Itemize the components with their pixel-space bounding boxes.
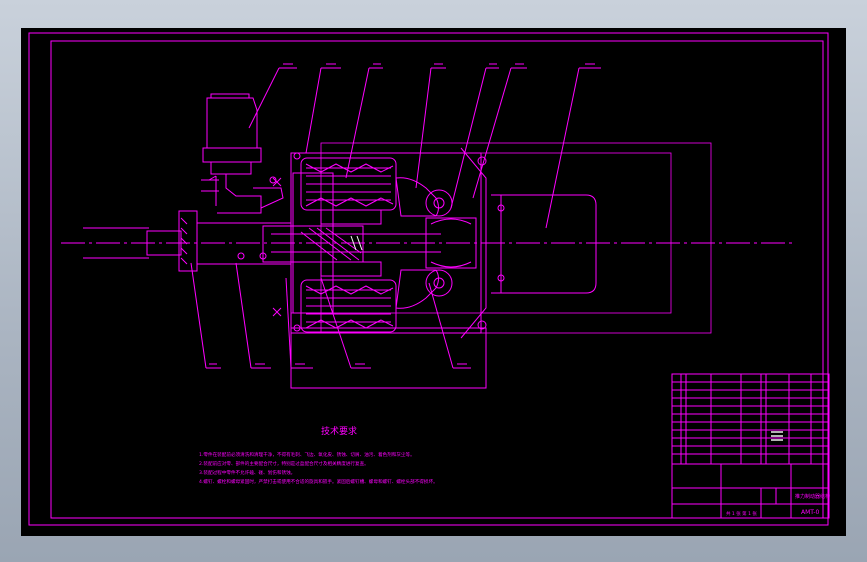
tech-requirement-1: 1.零件在装配前必须清洗和清理干净，不得有毛刺、飞边、氧化皮、锈蚀、切屑、油污、… xyxy=(199,451,415,458)
drawing-title: 推力制动器结构 xyxy=(795,493,830,500)
valve-assembly xyxy=(201,93,284,214)
cad-viewport[interactable]: 技术要求 1.零件在装配前必须清洗和清理干净，不得有毛刺、飞边、氧化皮、锈蚀、切… xyxy=(21,28,846,536)
sheet-info: 共 1 张 第 1 张 xyxy=(726,510,757,517)
tech-requirement-4: 4.螺钉、螺栓和螺母紧固时，严禁打击或使用不合适的旋具和扳手。紧固后螺钉槽、螺母… xyxy=(199,478,438,485)
leaders-top xyxy=(248,67,601,229)
leaders-bottom xyxy=(190,262,471,369)
outer-frame xyxy=(28,32,829,526)
assembly-drawing: 技术要求 1.零件在装配前必须清洗和清理干净，不得有毛刺、飞边、氧化皮、锈蚀、切… xyxy=(28,32,830,526)
drawing-number: AMT-0 xyxy=(801,509,820,516)
tech-requirement-3: 3.装配过程中零件不允许磕、碰、划伤和锈蚀。 xyxy=(199,469,295,476)
title-block-fills xyxy=(771,431,783,441)
tech-requirement-2: 2.装配前应对零、部件的主要配合尺寸，特别是过盈配合尺寸及相关精度进行复查。 xyxy=(199,460,369,467)
tech-requirements-title: 技术要求 xyxy=(321,425,357,437)
balloon-labels xyxy=(209,63,595,365)
push-rod xyxy=(83,210,441,272)
lower-spring xyxy=(300,279,397,333)
motor-body xyxy=(491,194,597,294)
